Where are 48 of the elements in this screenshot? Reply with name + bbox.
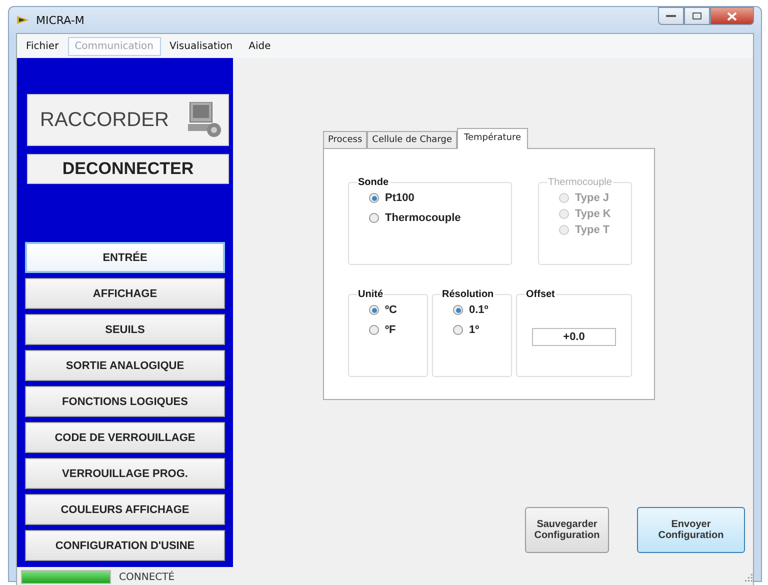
radio-option[interactable]: ºF	[357, 324, 419, 336]
radio-option[interactable]: ºC	[357, 304, 419, 316]
menu-item[interactable]: Visualisation	[162, 36, 240, 56]
radio-button[interactable]	[453, 325, 463, 335]
sidebar-item[interactable]: FONCTIONS LOGIQUES	[25, 386, 225, 417]
offset-field[interactable]: +0.0	[532, 328, 616, 346]
group-title: Offset	[525, 289, 556, 300]
sidebar-item[interactable]: AFFICHAGE	[25, 278, 225, 309]
minimize-icon	[666, 14, 676, 18]
tab[interactable]: Température	[457, 128, 528, 149]
status-text: CONNECTÉ	[119, 572, 175, 582]
menu-item[interactable]: Fichier	[19, 36, 66, 56]
radio-button[interactable]	[369, 325, 379, 335]
computer-icon	[188, 102, 222, 138]
radio-option[interactable]: Thermocouple	[357, 212, 503, 224]
sidebar-item[interactable]: ENTRÉE	[25, 242, 225, 273]
radio-option[interactable]: 0.1º	[441, 304, 503, 316]
configuration-button[interactable]: Sauvegarder Configuration	[525, 507, 609, 553]
menu-item[interactable]: Aide	[242, 36, 278, 56]
tab[interactable]: Cellule de Charge	[367, 131, 457, 148]
close-button[interactable]	[710, 7, 754, 25]
app-icon	[16, 15, 30, 25]
group-title: Thermocouple	[547, 177, 613, 188]
close-icon	[727, 12, 737, 20]
group-title: Unité	[357, 289, 384, 300]
configuration-button[interactable]: Envoyer Configuration	[637, 507, 745, 553]
radio-option[interactable]: Pt100	[357, 192, 503, 204]
radio-button[interactable]	[369, 193, 379, 203]
tab[interactable]: Process	[323, 131, 368, 148]
sidebar-item[interactable]: COULEURS AFFICHAGE	[25, 494, 225, 525]
maximize-icon	[692, 12, 702, 20]
sidebar-item[interactable]: VERROUILLAGE PROG.	[25, 458, 225, 489]
radio-button[interactable]	[369, 305, 379, 315]
group-title: Résolution	[441, 289, 495, 300]
radio-option[interactable]: 1º	[441, 324, 503, 336]
sidebar-item[interactable]: SORTIE ANALOGIQUE	[25, 350, 225, 381]
window-title: MICRA-M	[36, 14, 84, 26]
disconnect-button[interactable]: DECONNECTER	[27, 154, 229, 184]
connect-button[interactable]: RACCORDER	[27, 94, 229, 146]
radio-button[interactable]	[453, 305, 463, 315]
sidebar-item[interactable]: CONFIGURATION D'USINE	[25, 530, 225, 561]
radio-button[interactable]	[369, 213, 379, 223]
group-title: Sonde	[357, 177, 390, 188]
resize-grip-icon[interactable]	[743, 572, 753, 582]
minimize-button[interactable]	[658, 7, 684, 25]
sidebar-item[interactable]: SEUILS	[25, 314, 225, 345]
maximize-button[interactable]	[684, 7, 710, 25]
sidebar-item[interactable]: CODE DE VERROUILLAGE	[25, 422, 225, 453]
